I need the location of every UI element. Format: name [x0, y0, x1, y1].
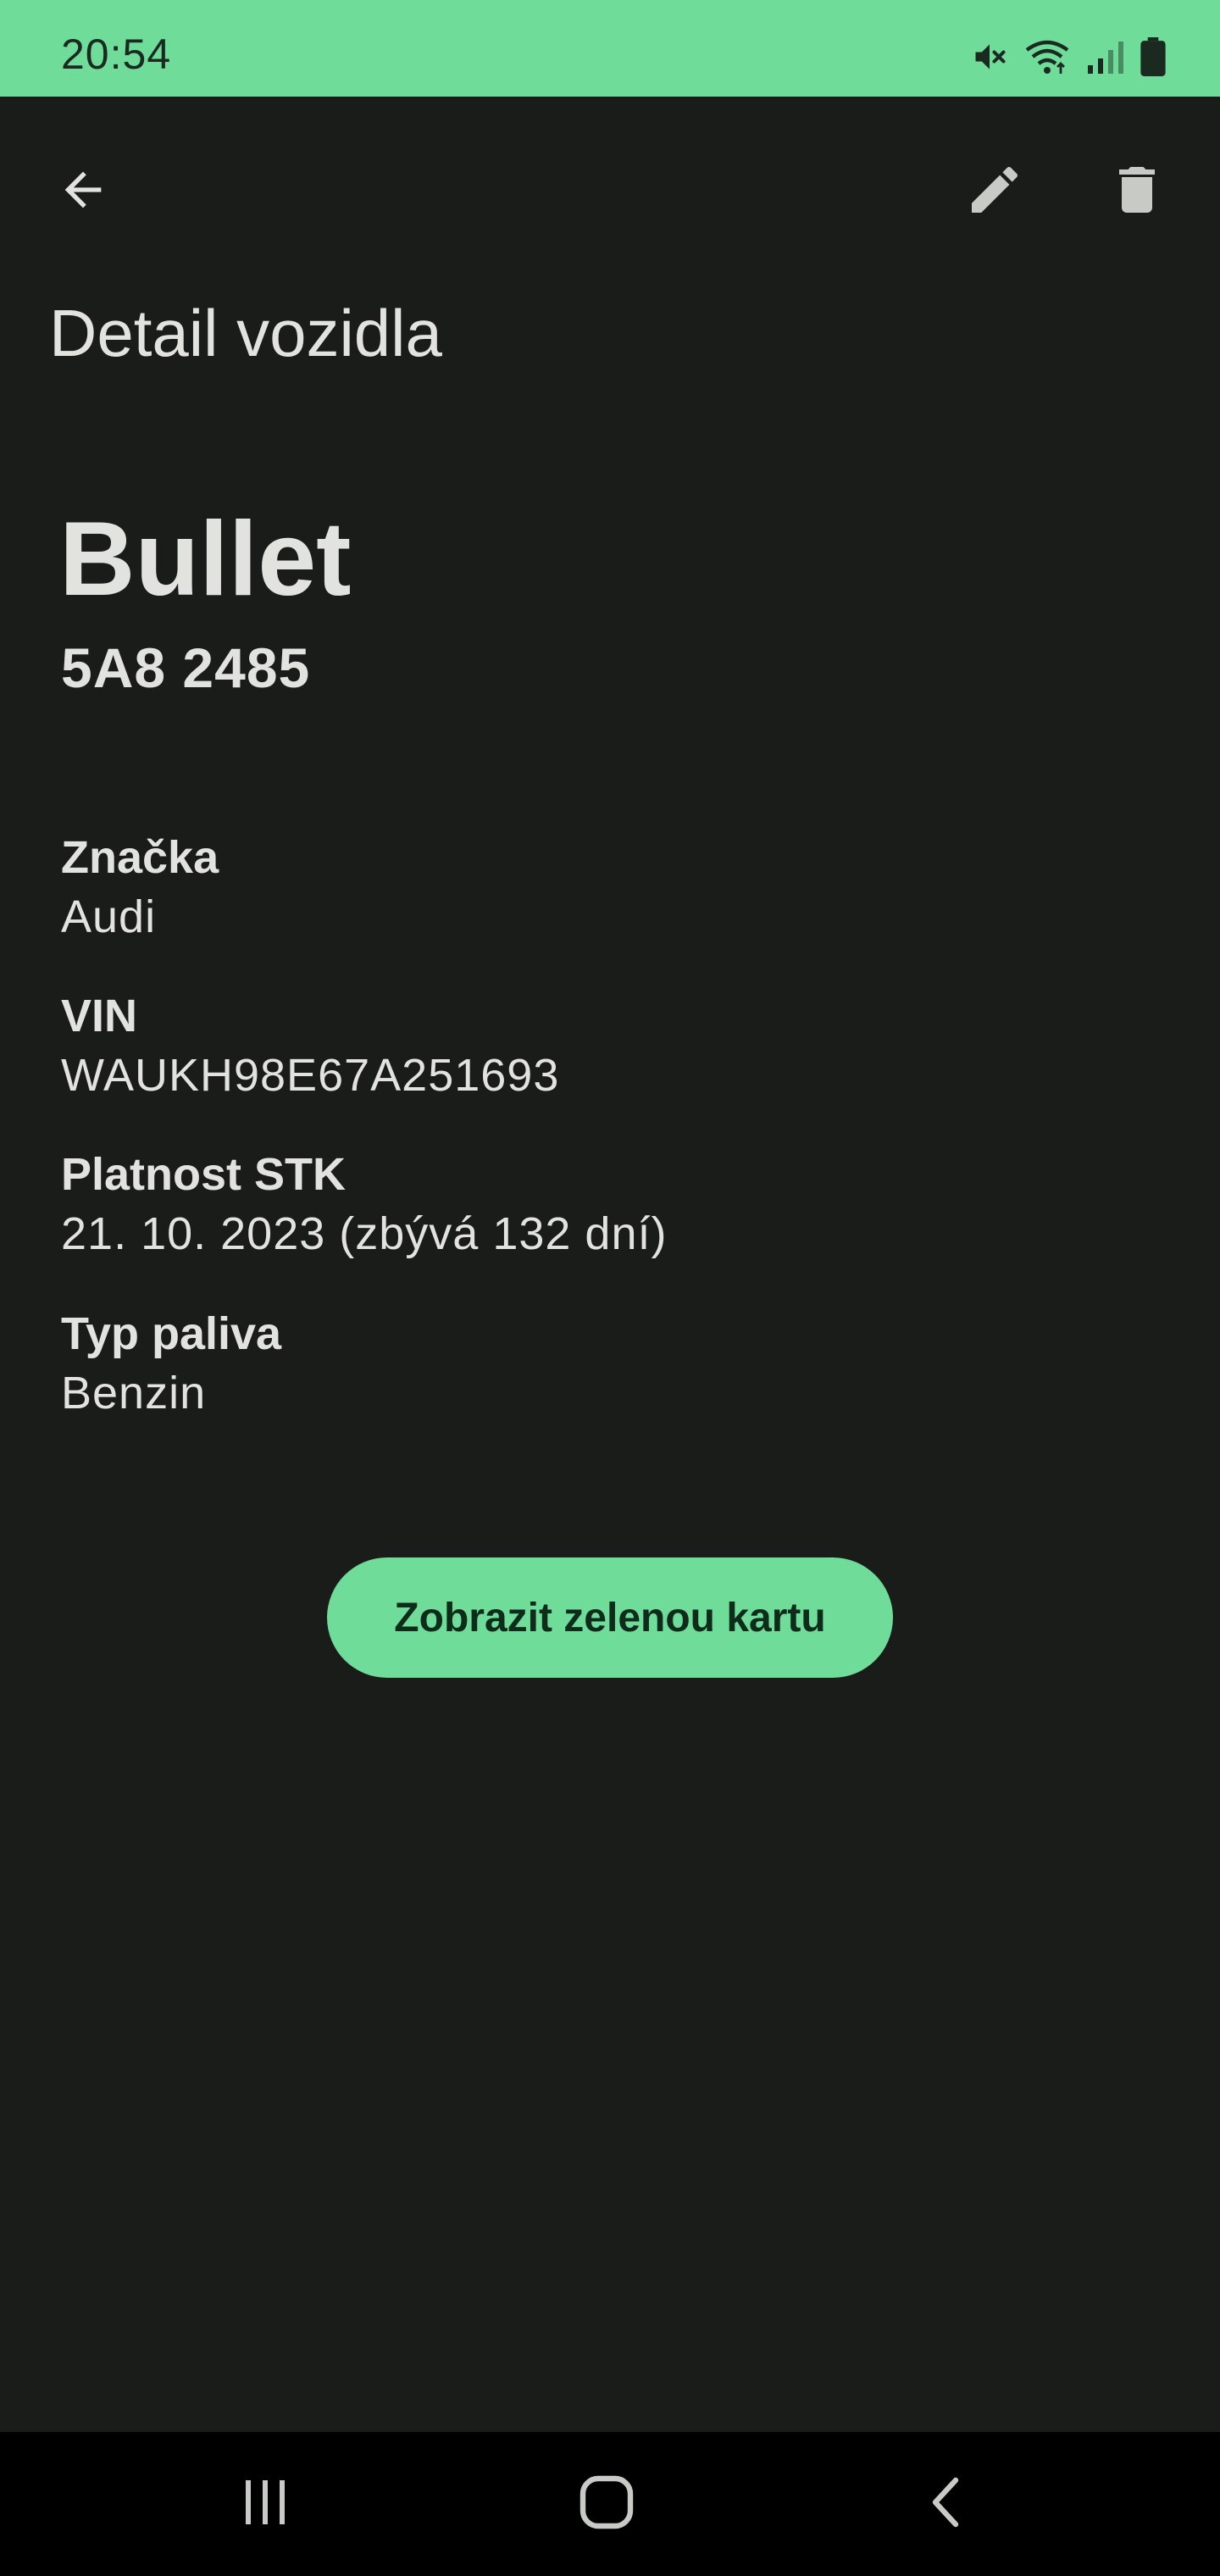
detail-stk: Platnost STK 21. 10. 2023 (zbývá 132 dní…: [61, 1146, 667, 1264]
show-green-card-button[interactable]: Zobrazit zelenou kartu: [327, 1557, 893, 1678]
vehicle-name: Bullet: [59, 501, 352, 618]
status-icons: [971, 34, 1166, 80]
detail-label: Značka: [61, 832, 219, 883]
battery-icon: [1140, 37, 1166, 76]
detail-value: WAUKH98E67A251693: [61, 1050, 560, 1101]
trash-icon: [1106, 159, 1167, 225]
system-nav-bar: [0, 2432, 1220, 2576]
pencil-icon: [964, 159, 1025, 225]
status-time: 20:54: [61, 31, 172, 78]
detail-brand: Značka Audi: [61, 829, 219, 947]
detail-value: Audi: [61, 891, 157, 942]
detail-label: VIN: [61, 991, 138, 1041]
status-bar: 20:54: [0, 0, 1220, 97]
detail-value: 21. 10. 2023 (zbývá 132 dní): [61, 1208, 668, 1259]
page-title: Detail vozidla: [49, 296, 442, 370]
back-button[interactable]: [42, 151, 124, 232]
arrow-back-icon: [56, 163, 110, 221]
wifi-icon: [1025, 38, 1069, 75]
detail-fuel: Typ paliva Benzin: [61, 1305, 281, 1424]
home-button[interactable]: [556, 2462, 657, 2546]
nav-back-button[interactable]: [896, 2462, 998, 2546]
app-bar: [0, 97, 1220, 286]
edit-button[interactable]: [954, 151, 1035, 232]
detail-value: Benzin: [61, 1368, 207, 1418]
home-icon: [578, 2473, 635, 2535]
signal-icon: [1086, 38, 1123, 75]
recents-icon: [239, 2475, 293, 2534]
nav-back-icon: [920, 2475, 974, 2534]
delete-button[interactable]: [1096, 151, 1178, 232]
detail-label: Typ paliva: [61, 1308, 282, 1359]
recents-button[interactable]: [215, 2462, 317, 2546]
mute-icon: [971, 38, 1008, 75]
detail-vin: VIN WAUKH98E67A251693: [61, 987, 559, 1106]
detail-label: Platnost STK: [61, 1149, 347, 1200]
vehicle-plate: 5A8 2485: [61, 636, 311, 699]
